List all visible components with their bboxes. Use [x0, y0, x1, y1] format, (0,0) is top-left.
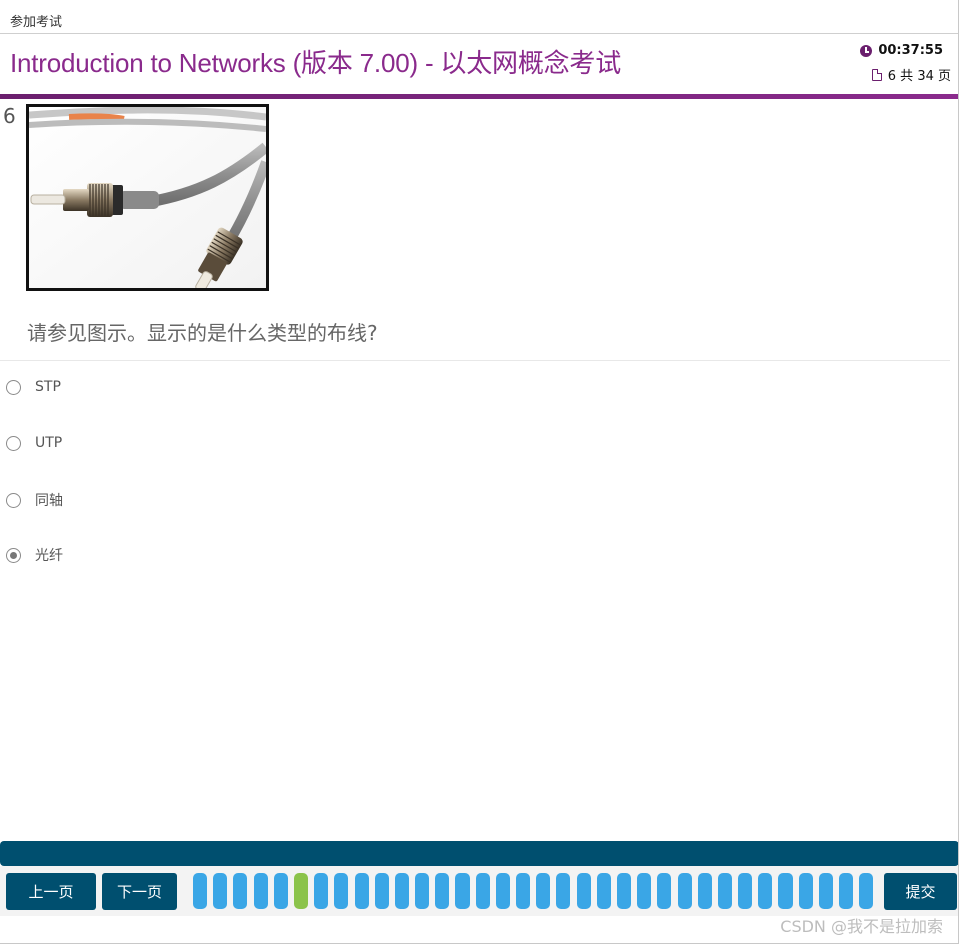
watermark: CSDN @我不是拉加索 — [780, 917, 943, 936]
question-pip-20[interactable] — [576, 873, 591, 909]
question-pip-2[interactable] — [213, 873, 228, 909]
question-pip-13[interactable] — [435, 873, 450, 909]
question-pip-3[interactable] — [233, 873, 248, 909]
question-pip-5[interactable] — [273, 873, 288, 909]
question-pip-16[interactable] — [495, 873, 510, 909]
question-pip-25[interactable] — [677, 873, 692, 909]
exam-header: Introduction to Networks (版本 7.00) - 以太网… — [0, 34, 959, 94]
question-pip-11[interactable] — [394, 873, 409, 909]
timer-value: 00:37:55 — [878, 43, 943, 58]
radio-button[interactable] — [6, 379, 21, 395]
bottom-status-bar — [0, 841, 959, 866]
page-counter-value: 6 共 34 页 — [887, 69, 951, 84]
question-text: 请参见图示。显示的是什么类型的布线? — [27, 321, 378, 345]
question-pip-29[interactable] — [758, 873, 773, 909]
question-pip-9[interactable] — [354, 873, 369, 909]
page-icon — [871, 68, 882, 81]
question-pip-28[interactable] — [738, 873, 753, 909]
question-pip-18[interactable] — [536, 873, 551, 909]
header-accent-bar — [0, 94, 959, 99]
question-pip-14[interactable] — [455, 873, 470, 909]
radio-button-selected[interactable] — [6, 547, 21, 563]
previous-page-button[interactable]: 上一页 — [6, 873, 96, 910]
clock-icon — [860, 44, 873, 57]
question-pip-27[interactable] — [717, 873, 732, 909]
breadcrumb: 参加考试 — [10, 15, 63, 30]
answer-option-label[interactable]: STP — [35, 379, 61, 395]
question-pip-12[interactable] — [415, 873, 430, 909]
question-pip-17[interactable] — [516, 873, 531, 909]
answer-option-coax[interactable]: 同轴 — [6, 490, 63, 510]
question-pip-15[interactable] — [475, 873, 490, 909]
timer: 00:37:55 — [860, 43, 943, 58]
question-pip-23[interactable] — [637, 873, 652, 909]
answer-option-fiber[interactable]: 光纤 — [6, 545, 63, 565]
fiber-optic-st-connector-photo-icon — [29, 107, 266, 288]
question-pip-10[interactable] — [374, 873, 389, 909]
exhibit-image — [26, 104, 269, 291]
answer-option-stp[interactable]: STP — [6, 379, 61, 395]
question-pip-22[interactable] — [616, 873, 632, 909]
question-pip-31[interactable] — [798, 873, 813, 909]
top-breadcrumb-bar: 参加考试 — [0, 0, 959, 34]
question-divider — [0, 360, 950, 361]
radio-button[interactable] — [6, 435, 21, 451]
page-title: Introduction to Networks (版本 7.00) - 以太网… — [10, 48, 622, 78]
question-number: 6 — [3, 104, 16, 128]
question-pip-34[interactable] — [859, 873, 874, 909]
question-pip-4[interactable] — [253, 873, 268, 909]
question-pip-8[interactable] — [334, 873, 349, 909]
question-pip-24[interactable] — [657, 873, 672, 909]
answer-option-label[interactable]: 光纤 — [35, 545, 63, 565]
radio-button[interactable] — [6, 492, 21, 508]
question-pip-21[interactable] — [596, 873, 611, 909]
answer-option-label[interactable]: UTP — [35, 435, 62, 451]
next-page-button[interactable]: 下一页 — [102, 873, 177, 910]
question-pip-1[interactable] — [193, 873, 208, 909]
question-pip-33[interactable] — [839, 873, 854, 909]
question-pip-7[interactable] — [314, 873, 329, 909]
question-pip-32[interactable] — [818, 873, 833, 909]
answer-option-label[interactable]: 同轴 — [35, 490, 63, 510]
submit-button[interactable]: 提交 — [884, 873, 957, 910]
question-pip-30[interactable] — [778, 873, 793, 909]
question-pip-19[interactable] — [556, 873, 571, 909]
question-navigator — [193, 873, 876, 909]
answer-option-utp[interactable]: UTP — [6, 435, 62, 451]
question-pip-26[interactable] — [697, 873, 712, 909]
question-pip-6[interactable] — [293, 873, 309, 909]
page-counter: 6 共 34 页 — [871, 65, 951, 84]
